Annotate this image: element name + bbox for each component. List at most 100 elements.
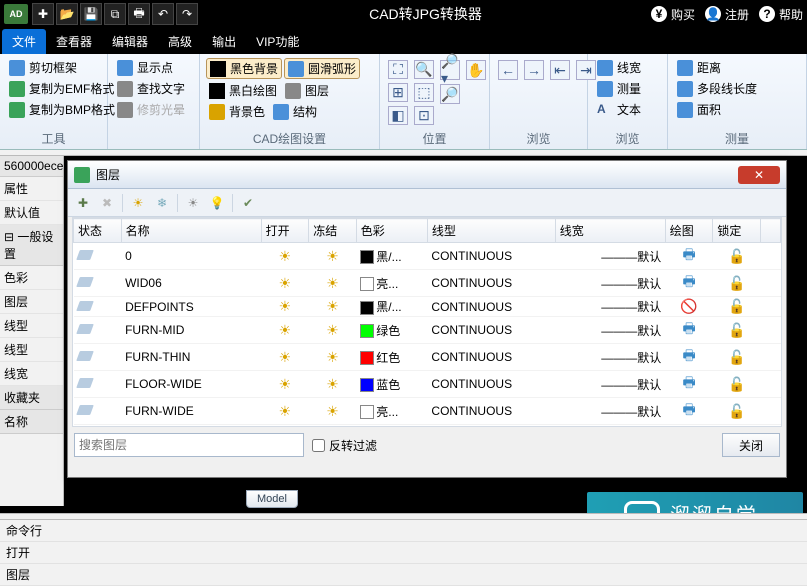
table-row[interactable]: 0☀☀黑/...CONTINUOUS———默认🖶🔓: [74, 243, 781, 270]
dialog-close-button[interactable]: ✕: [738, 166, 780, 184]
pos-icon-3[interactable]: ◧: [388, 106, 408, 125]
tb-freeze-icon[interactable]: ❄: [153, 194, 171, 212]
close-button[interactable]: 关闭: [722, 433, 780, 457]
lock-icon[interactable]: 🔓: [728, 349, 745, 365]
color-swatch[interactable]: [360, 405, 374, 419]
general-settings[interactable]: ⊟ 一般设置: [0, 225, 63, 266]
color-swatch[interactable]: [360, 301, 374, 315]
color-swatch[interactable]: [360, 351, 374, 365]
color-swatch[interactable]: [360, 324, 374, 338]
th-open[interactable]: 打开: [261, 219, 309, 243]
zoom-in-icon[interactable]: 🔎▾: [440, 60, 460, 80]
plot-icon[interactable]: 🖶: [682, 320, 695, 336]
color-swatch[interactable]: [360, 277, 374, 291]
lock-icon[interactable]: 🔓: [728, 275, 745, 291]
tab-viewer[interactable]: 查看器: [46, 29, 102, 54]
left-row-lineweight[interactable]: 线宽: [0, 362, 63, 386]
nav-prev-icon[interactable]: ←: [498, 60, 518, 80]
tab-output[interactable]: 输出: [202, 29, 246, 54]
pos-icon-2[interactable]: ⊞: [388, 83, 408, 102]
bulb-on-icon[interactable]: ☀: [279, 403, 292, 419]
print-icon[interactable]: 🖶: [128, 3, 150, 25]
left-row-linetype2[interactable]: 线型: [0, 338, 63, 362]
plot-icon[interactable]: 🖶: [682, 374, 695, 390]
th-linetype[interactable]: 线型: [427, 219, 555, 243]
ribbon-smooth-arc[interactable]: 圆滑弧形: [284, 58, 360, 79]
dialog-titlebar[interactable]: 图层 ✕: [68, 161, 786, 189]
register-button[interactable]: 👤注册: [705, 6, 749, 23]
pos-icon-4[interactable]: 🔍: [414, 60, 434, 79]
lock-icon[interactable]: 🔓: [728, 322, 745, 338]
ribbon-find-text[interactable]: 查找文字: [114, 79, 193, 98]
freeze-icon[interactable]: ☀: [326, 376, 339, 392]
plot-icon[interactable]: 🖶: [682, 246, 695, 262]
th-lock[interactable]: 锁定: [713, 219, 761, 243]
tb-visible-icon[interactable]: ☀: [184, 194, 202, 212]
table-row[interactable]: WID06☀☀亮...CONTINUOUS———默认🖶🔓: [74, 270, 781, 297]
bulb-on-icon[interactable]: ☀: [279, 248, 292, 264]
ribbon-area[interactable]: 面积: [674, 100, 800, 119]
table-row[interactable]: FURN-THIN☀☀红色CONTINUOUS———默认🖶🔓: [74, 344, 781, 371]
th-freeze[interactable]: 冻结: [309, 219, 357, 243]
bulb-on-icon[interactable]: ☀: [279, 275, 292, 291]
bulb-on-icon[interactable]: ☀: [279, 298, 292, 314]
ribbon-distance[interactable]: 距离: [674, 58, 800, 77]
bulb-on-icon[interactable]: ☀: [279, 349, 292, 365]
th-color[interactable]: 色彩: [356, 219, 427, 243]
lock-icon[interactable]: 🔓: [728, 298, 745, 314]
ribbon-show-point[interactable]: 显示点: [114, 58, 193, 77]
bulb-on-icon[interactable]: ☀: [279, 322, 292, 338]
left-row-linetype[interactable]: 线型: [0, 314, 63, 338]
layer-table[interactable]: 状态 名称 打开 冻结 色彩 线型 线宽 绘图 锁定 0☀☀黑/...CONTI…: [72, 217, 782, 427]
prop-tab[interactable]: 属性: [0, 177, 63, 201]
lock-icon[interactable]: 🔓: [728, 248, 745, 264]
table-row[interactable]: FURN-WIDE☀☀亮...CONTINUOUS———默认🖶🔓: [74, 398, 781, 425]
buy-button[interactable]: ¥购买: [651, 6, 695, 23]
default-tab[interactable]: 默认值: [0, 201, 63, 225]
th-lineweight[interactable]: 线宽: [555, 219, 665, 243]
color-swatch[interactable]: [360, 378, 374, 392]
new-icon[interactable]: ✚: [32, 3, 54, 25]
ribbon-lineweight[interactable]: 线宽: [594, 58, 661, 77]
pos-icon-5[interactable]: ⬚: [414, 83, 434, 102]
ribbon-layers[interactable]: 图层: [282, 81, 332, 100]
ribbon-measure[interactable]: 测量: [594, 79, 661, 98]
tab-vip[interactable]: VIP功能: [246, 29, 309, 54]
saveall-icon[interactable]: ⧉: [104, 3, 126, 25]
ribbon-polylength[interactable]: 多段线长度: [674, 79, 800, 98]
ribbon-copy-bmp[interactable]: 复制为BMP格式: [6, 100, 118, 119]
th-name[interactable]: 名称: [121, 219, 261, 243]
invert-filter-checkbox[interactable]: 反转过滤: [312, 437, 714, 454]
freeze-icon[interactable]: ☀: [326, 248, 339, 264]
left-row-color[interactable]: 色彩: [0, 266, 63, 290]
ribbon-trim-halo[interactable]: 修剪光晕: [114, 100, 193, 119]
table-row[interactable]: FURN-MID☀☀绿色CONTINUOUS———默认🖶🔓: [74, 317, 781, 344]
ribbon-copy-emf[interactable]: 复制为EMF格式: [6, 79, 118, 98]
nav-first-icon[interactable]: ⇤: [550, 60, 570, 80]
help-button[interactable]: ?帮助: [759, 6, 803, 23]
tb-check-icon[interactable]: ✔: [239, 194, 257, 212]
freeze-icon[interactable]: ☀: [326, 403, 339, 419]
model-tab[interactable]: Model: [246, 490, 298, 508]
ribbon-bg-color[interactable]: 背景色: [206, 102, 268, 121]
plot-icon[interactable]: 🚫: [680, 298, 697, 314]
lock-icon[interactable]: 🔓: [728, 403, 745, 419]
open-icon[interactable]: 📂: [56, 3, 78, 25]
pan-icon[interactable]: ✋: [466, 60, 486, 80]
tb-delete-layer-icon[interactable]: ✖: [98, 194, 116, 212]
ribbon-text[interactable]: A文本: [594, 100, 661, 119]
lock-icon[interactable]: 🔓: [728, 376, 745, 392]
tb-new-layer-icon[interactable]: ✚: [74, 194, 92, 212]
ribbon-structure[interactable]: 结构: [270, 102, 320, 121]
th-state[interactable]: 状态: [74, 219, 122, 243]
left-row-layer[interactable]: 图层: [0, 290, 63, 314]
pos-icon-6[interactable]: ⊡: [414, 106, 434, 125]
tab-editor[interactable]: 编辑器: [102, 29, 158, 54]
bulb-on-icon[interactable]: ☀: [279, 376, 292, 392]
color-swatch[interactable]: [360, 250, 374, 264]
tab-file[interactable]: 文件: [2, 29, 46, 54]
freeze-icon[interactable]: ☀: [326, 298, 339, 314]
tab-advanced[interactable]: 高级: [158, 29, 202, 54]
search-layer-input[interactable]: [74, 433, 304, 457]
th-plot[interactable]: 绘图: [665, 219, 713, 243]
